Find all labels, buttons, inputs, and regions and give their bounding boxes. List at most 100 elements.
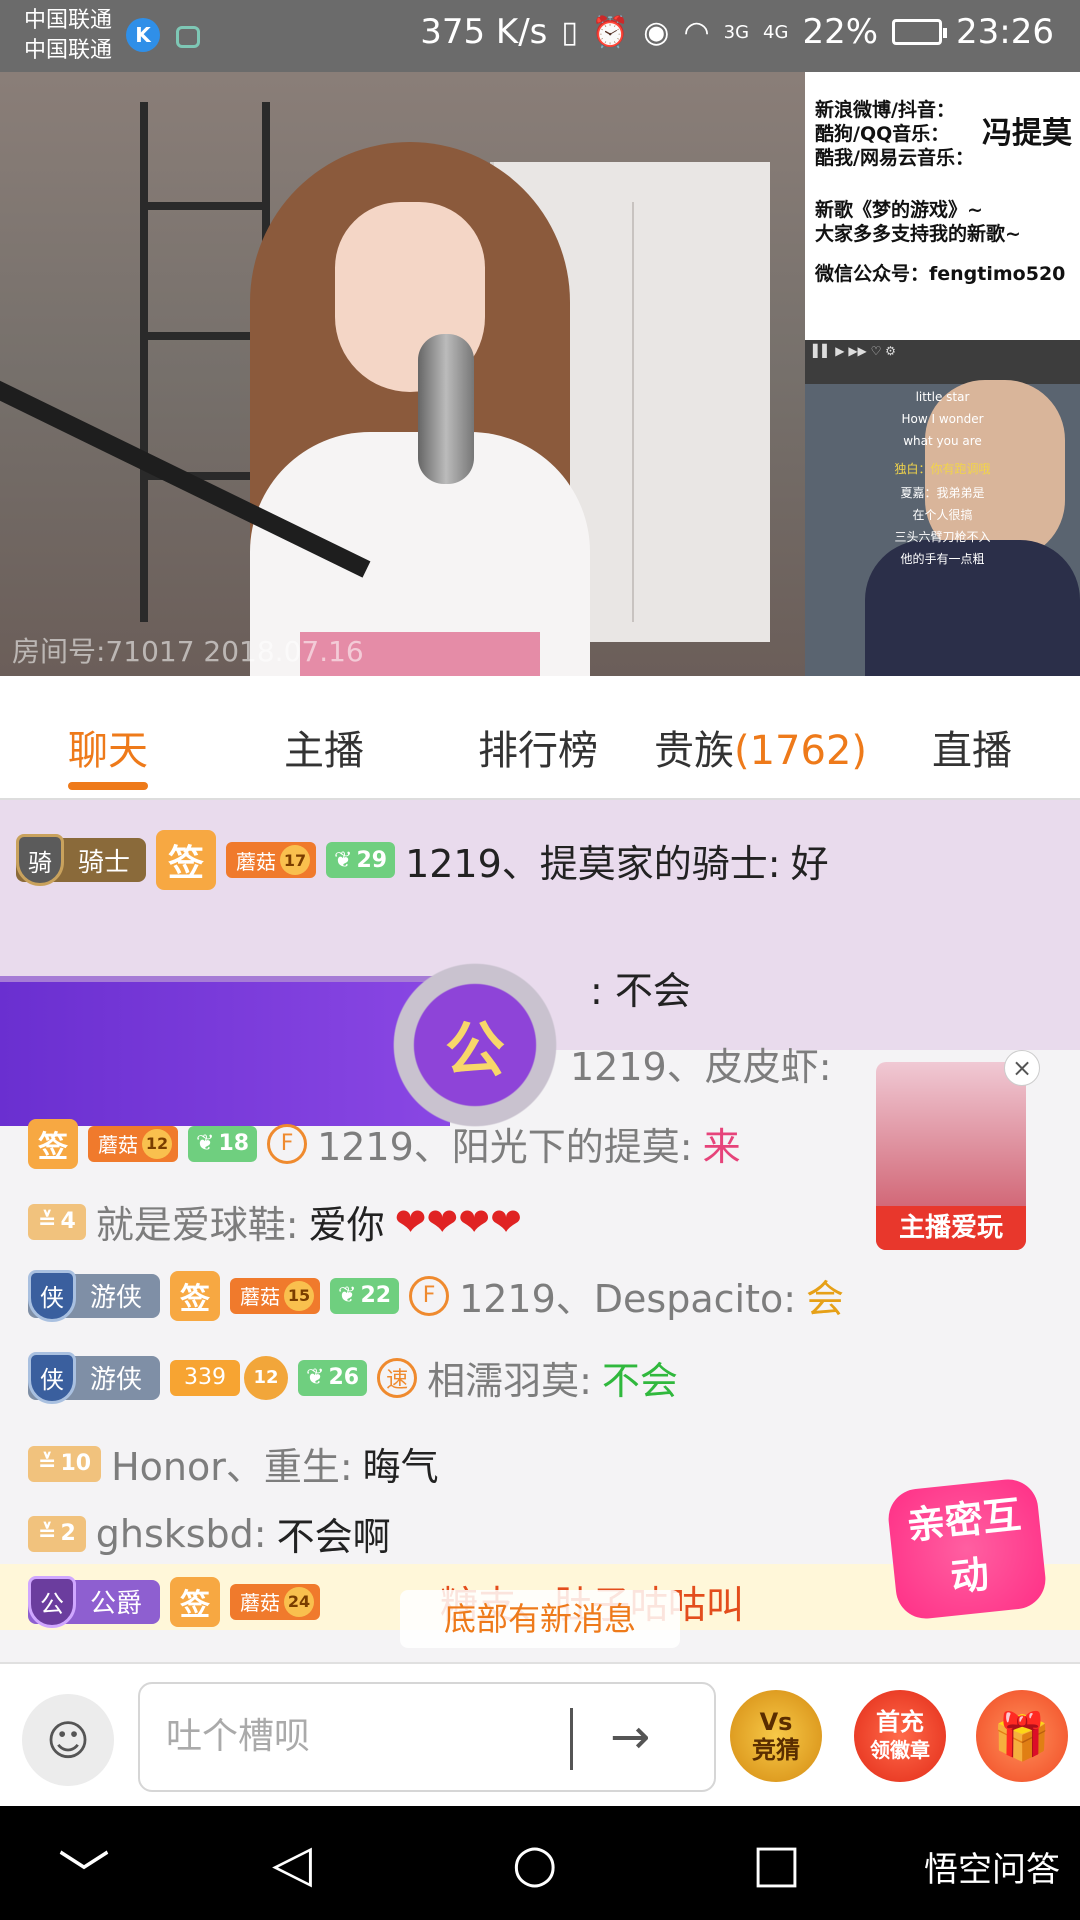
chat-username[interactable]: ghsksbd: [96,1512,267,1556]
home-icon[interactable]: ○ [512,1834,557,1894]
user-level-badge[interactable]: ≚ 2 [28,1515,86,1552]
chat-text: 不会啊 [276,1515,391,1559]
clock: 23:26 [956,12,1054,52]
lyric-line: 独白：你有跑调哦 [894,462,991,476]
chat-list[interactable]: 骑 骑士 签 蘑菇 17 ❦ 29 1219、提莫家的骑士: 好 : 不会 1219… [0,800,1080,1662]
game-ad-banner[interactable]: 主播爱玩 [876,1062,1026,1250]
ranger-shield-icon: 侠 [28,1269,76,1322]
user-level-badge[interactable]: ≚ 4 [28,1203,86,1240]
tab-anchor[interactable]: 主播 [284,718,364,776]
carrier-labels: 中国联通 中国联通 [24,6,112,66]
knight-badge[interactable]: 骑 骑士 [16,834,147,886]
battery-icon [892,19,948,45]
live-video[interactable]: 房间号:71017 2018.07.16 新浪微博/抖音： 酷狗/QQ音乐： 酷… [0,72,1080,676]
user-level-badge[interactable]: ❦ 29 [326,842,396,878]
send-arrow-icon[interactable]: → [610,1684,650,1790]
user-level-badge[interactable]: ❦ 22 [330,1277,400,1314]
user-level: 10 [60,1451,92,1476]
ranger-badge[interactable]: 侠 游侠 [28,1351,161,1404]
badge-title: 游侠 [90,1283,143,1313]
chat-input[interactable]: 吐个槽呗 → [138,1682,716,1792]
chevron-down-icon[interactable]: ﹀ [58,1834,110,1909]
game-ad-caption: 主播爱玩 [876,1206,1026,1250]
heart-emoji: ❤❤❤❤ [394,1199,522,1244]
status-right: 375 K/s ▯ ⏰ ◉ ◠ 3G 4G 22% 23:26 [420,12,1054,52]
fan-badge[interactable]: 蘑菇 17 [226,842,317,878]
chat-message: 1219、皮皮虾: [570,1036,832,1091]
fan-badge[interactable]: 蘑菇 15 [230,1277,321,1314]
sign-in-badge[interactable]: 签 [156,830,217,890]
sign-in-badge[interactable]: 签 [170,1270,221,1321]
fan-name: 蘑菇 [98,1133,138,1157]
info-line: 新歌《梦的游戏》~ [815,199,983,221]
chat-username[interactable]: 1219、皮皮虾: [570,1036,832,1091]
streamer-name: 冯提莫 [982,116,1072,151]
gift-icon[interactable]: 🎁 [976,1690,1068,1782]
guess-button[interactable]: Vs 竞猜 [730,1690,822,1782]
duke-badge[interactable]: 公 公爵 [28,1575,161,1628]
knight-shield-icon: 骑 [16,834,64,886]
user-level: 4 [60,1209,76,1234]
chat-username[interactable]: 相濡羽莫: [427,1350,592,1405]
get-badge-label: 领徽章 [870,1738,930,1762]
chat-message: ≚ 4 就是爱球鞋: 爱你 ❤❤❤❤ [28,1194,522,1249]
tab-live[interactable]: 直播 [932,718,1012,776]
speed-badge[interactable]: 速 [377,1357,418,1398]
user-level-badge[interactable]: ❦ 26 [298,1359,368,1396]
active-tab-indicator [68,782,148,790]
chat-username[interactable]: Honor、重生: [111,1436,353,1491]
badge-title: 公爵 [90,1589,143,1619]
tab-noble[interactable]: 贵族(1762) [654,718,867,776]
net-speed: 375 K/s [420,12,548,52]
user-level: 26 [328,1365,360,1390]
fan-club-badge[interactable]: F [267,1123,308,1164]
first-charge-label: 首充 [876,1708,924,1736]
leaf-icon: ❦ [196,1131,215,1156]
duke-emblem-icon: 公 [380,950,570,1140]
mushroom-icon: 24 [284,1586,315,1617]
lyric-line: 在个人很搞 [912,508,973,522]
tab-ranking[interactable]: 排行榜 [478,718,598,776]
room-number: 房间号:71017 2018.07.16 [12,635,364,668]
lyric-line: 三头六臂刀枪不入 [894,530,991,544]
k-app-icon: K [126,18,160,52]
song-video-overlay: ▌▌ ▶ ▶▶ ♡ ⚙ little star How I wonder wha… [805,340,1080,676]
chat-username[interactable]: 就是爱球鞋: [96,1194,299,1249]
recent-apps-icon[interactable]: □ [752,1834,801,1894]
alarm-icon: ⏰ [591,14,630,50]
microphone [418,334,474,484]
new-messages-button[interactable]: 底部有新消息 [400,1590,680,1648]
chat-username[interactable]: 1219、Despacito: [459,1268,796,1323]
fan-badge[interactable]: 蘑菇 24 [230,1583,321,1620]
chat-text: 不会 [601,1359,678,1403]
chat-text: 来 [702,1125,741,1169]
signal-3g-label: 3G [723,21,750,43]
get-badge-button[interactable]: 首充 领徽章 [854,1690,946,1782]
intimacy-interaction-button[interactable]: 亲密互动 [885,1476,1049,1622]
user-level-badge[interactable]: ❦ 18 [188,1125,258,1162]
status-bar: 中国联通 中国联通 K 375 K/s ▯ ⏰ ◉ ◠ 3G 4G 22% 23… [0,0,1080,72]
ranger-badge[interactable]: 侠 游侠 [28,1269,161,1322]
shelf-board [148,202,262,210]
user-level-badge[interactable]: ≚ 10 [28,1445,102,1482]
chat-message: ≚ 2 ghsksbd: 不会啊 [28,1506,391,1561]
chat-message: ≚ 10 Honor、重生: 晦气 [28,1436,439,1491]
score-badge[interactable]: 339 [170,1359,241,1396]
sign-in-badge[interactable]: 签 [28,1118,78,1169]
chat-username[interactable]: 1219、阳光下的提莫: [317,1116,693,1171]
chat-message: 骑 骑士 签 蘑菇 17 ❦ 29 1219、提莫家的骑士: 好 [16,830,829,890]
tab-chat[interactable]: 聊天 [68,718,148,776]
fan-club-badge[interactable]: F [409,1275,450,1316]
chat-message: 侠 游侠 339 12 ❦ 26 速 相濡羽莫: 不会 [28,1350,678,1405]
chat-input-placeholder: 吐个槽呗 [166,1716,311,1757]
back-icon[interactable]: ◁ [272,1834,312,1894]
close-icon[interactable]: × [1004,1050,1040,1086]
chat-username[interactable]: 1219、提莫家的骑士: [405,833,781,888]
leaf-icon: ❦ [334,847,353,873]
duke-shield-icon: 公 [28,1575,76,1628]
sign-in-badge[interactable]: 签 [170,1576,221,1627]
shelf-board [148,332,262,340]
fan-badge[interactable]: 蘑菇 12 [88,1125,178,1162]
emoji-icon[interactable]: ☺ [22,1694,114,1786]
fan-name: 蘑菇 [240,1591,281,1615]
